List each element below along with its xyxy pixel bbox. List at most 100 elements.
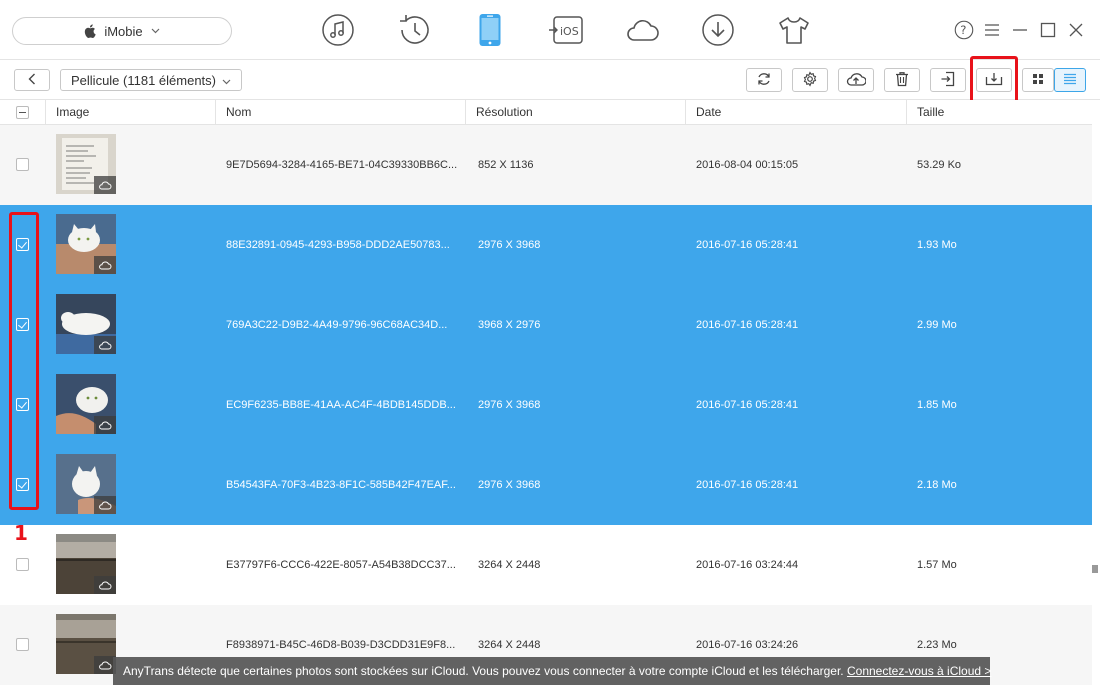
maximize-icon[interactable] <box>1038 16 1058 44</box>
select-all-checkbox[interactable] <box>16 106 29 122</box>
device-name: iMobie <box>104 23 143 39</box>
grid-view-button[interactable] <box>1022 68 1054 92</box>
cell-resolution: 3968 X 2976 <box>478 319 541 331</box>
cell-resolution: 2976 X 3968 <box>478 239 541 251</box>
cell-date: 2016-07-16 05:28:41 <box>696 479 799 491</box>
checkbox-box <box>16 158 29 171</box>
icloud-notice-bar: AnyTrans détecte que certaines photos so… <box>113 657 991 685</box>
cell-date: 2016-07-16 05:28:41 <box>696 239 799 251</box>
row-checkbox[interactable] <box>16 478 29 494</box>
minimize-icon[interactable] <box>1010 16 1030 44</box>
row-checkbox[interactable] <box>16 238 29 254</box>
row-checkbox[interactable] <box>16 158 29 174</box>
row-checkbox[interactable] <box>16 558 29 574</box>
table-row[interactable]: E37797F6-CCC6-422E-8057-A54B38DCC37... 32… <box>0 525 1092 605</box>
window-controls: ? <box>954 16 1086 44</box>
chevron-down-icon <box>151 28 160 34</box>
upload-icon <box>846 71 867 90</box>
cell-resolution: 2976 X 3968 <box>478 479 541 491</box>
export-to-pc-button[interactable] <box>976 68 1012 92</box>
icloud-icon <box>94 176 116 194</box>
cell-date: 2016-07-16 05:28:41 <box>696 399 799 411</box>
upload-button[interactable] <box>838 68 874 92</box>
table-row[interactable]: EC9F6235-BB8E-41AA-AC4F-4BDB145DDB... 297… <box>0 365 1092 445</box>
checkbox-box <box>16 478 29 491</box>
refresh-button[interactable] <box>746 68 782 92</box>
top-bar: iMobie iOS ? <box>0 0 1100 60</box>
cell-name: 769A3C22-D9B2-4A49-9796-96C68AC34D... <box>226 319 448 331</box>
cell-date: 2016-07-16 03:24:44 <box>696 559 799 571</box>
grid-view-icon <box>1032 73 1044 88</box>
cell-size: 53.29 Ko <box>917 159 962 171</box>
photo-table-body: 9E7D5694-3284-4165-BE71-04C39330BB6C... 8… <box>0 125 1092 686</box>
cell-date: 2016-07-16 05:28:41 <box>696 319 799 331</box>
export-to-pc-icon <box>985 72 1003 89</box>
icloud-icon <box>94 336 116 354</box>
column-header-name[interactable]: Nom <box>215 100 465 125</box>
icloud-icon <box>94 576 116 594</box>
photo-thumbnail[interactable] <box>56 534 116 594</box>
row-checkbox[interactable] <box>16 318 29 334</box>
icloud-login-link[interactable]: Connectez-vous à iCloud > <box>847 664 991 678</box>
photo-thumbnail[interactable] <box>56 214 116 274</box>
checkbox-box <box>16 238 29 251</box>
phone-icon[interactable] <box>452 10 528 50</box>
table-row[interactable]: 88E32891-0945-4293-B958-DDD2AE50783... 29… <box>0 205 1092 285</box>
table-row[interactable]: B54543FA-70F3-4B23-8F1C-585B42F47EAF... 2… <box>0 445 1092 525</box>
column-header-image[interactable]: Image <box>45 100 215 125</box>
tshirt-icon[interactable] <box>756 10 832 50</box>
photo-thumbnail[interactable] <box>56 134 116 194</box>
delete-button[interactable] <box>884 68 920 92</box>
help-icon[interactable]: ? <box>954 16 974 44</box>
scrollbar-thumb[interactable] <box>1092 565 1098 573</box>
history-icon[interactable] <box>376 10 452 50</box>
icloud-notice-text: AnyTrans détecte que certaines photos so… <box>123 664 844 678</box>
apple-icon <box>84 24 97 38</box>
row-checkbox[interactable] <box>16 638 29 654</box>
cell-resolution: 3264 X 2448 <box>478 559 541 571</box>
checkbox-box <box>16 558 29 571</box>
list-view-button[interactable] <box>1054 68 1086 92</box>
cell-resolution: 2976 X 3968 <box>478 399 541 411</box>
svg-text:iOS: iOS <box>560 25 579 38</box>
checkbox-box <box>16 318 29 331</box>
cell-size: 2.99 Mo <box>917 319 957 331</box>
chevron-left-icon <box>28 73 36 88</box>
album-selector[interactable]: Pellicule (1181 éléments) <box>60 69 242 91</box>
icloud-icon <box>94 416 116 434</box>
photo-thumbnail[interactable] <box>56 374 116 434</box>
table-row[interactable]: 9E7D5694-3284-4165-BE71-04C39330BB6C... 8… <box>0 125 1092 205</box>
download-icon[interactable] <box>680 10 756 50</box>
checkbox-box <box>16 638 29 651</box>
cell-resolution: 852 X 1136 <box>478 159 534 171</box>
photo-thumbnail[interactable] <box>56 614 116 674</box>
cell-size: 1.93 Mo <box>917 239 957 251</box>
album-label: Pellicule (1181 éléments) <box>71 72 216 88</box>
row-checkbox[interactable] <box>16 398 29 414</box>
cell-size: 2.18 Mo <box>917 479 957 491</box>
column-header-size[interactable]: Taille <box>906 100 1092 125</box>
column-header-date[interactable]: Date <box>685 100 906 125</box>
cloud-icon[interactable] <box>604 10 680 50</box>
close-icon[interactable] <box>1066 16 1086 44</box>
icloud-icon <box>94 256 116 274</box>
music-icon[interactable] <box>300 10 376 50</box>
table-header: Image Nom Résolution Date Taille <box>0 100 1092 125</box>
cell-size: 1.57 Mo <box>917 559 957 571</box>
export-to-device-button[interactable] <box>930 68 966 92</box>
menu-icon[interactable] <box>982 16 1002 44</box>
ios-transfer-icon[interactable]: iOS <box>528 10 604 50</box>
column-header-resolution[interactable]: Résolution <box>465 100 685 125</box>
back-button[interactable] <box>14 69 50 91</box>
cell-name: E37797F6-CCC6-422E-8057-A54B38DCC37... <box>226 559 456 571</box>
table-row[interactable]: 769A3C22-D9B2-4A49-9796-96C68AC34D... 396… <box>0 285 1092 365</box>
cell-name: EC9F6235-BB8E-41AA-AC4F-4BDB145DDB... <box>226 399 456 411</box>
export-to-device-icon <box>940 71 956 90</box>
icloud-icon <box>94 496 116 514</box>
photo-thumbnail[interactable] <box>56 294 116 354</box>
chevron-down-icon <box>222 73 231 88</box>
delete-icon <box>895 71 909 90</box>
device-selector[interactable]: iMobie <box>12 17 232 45</box>
photo-thumbnail[interactable] <box>56 454 116 514</box>
settings-button[interactable] <box>792 68 828 92</box>
